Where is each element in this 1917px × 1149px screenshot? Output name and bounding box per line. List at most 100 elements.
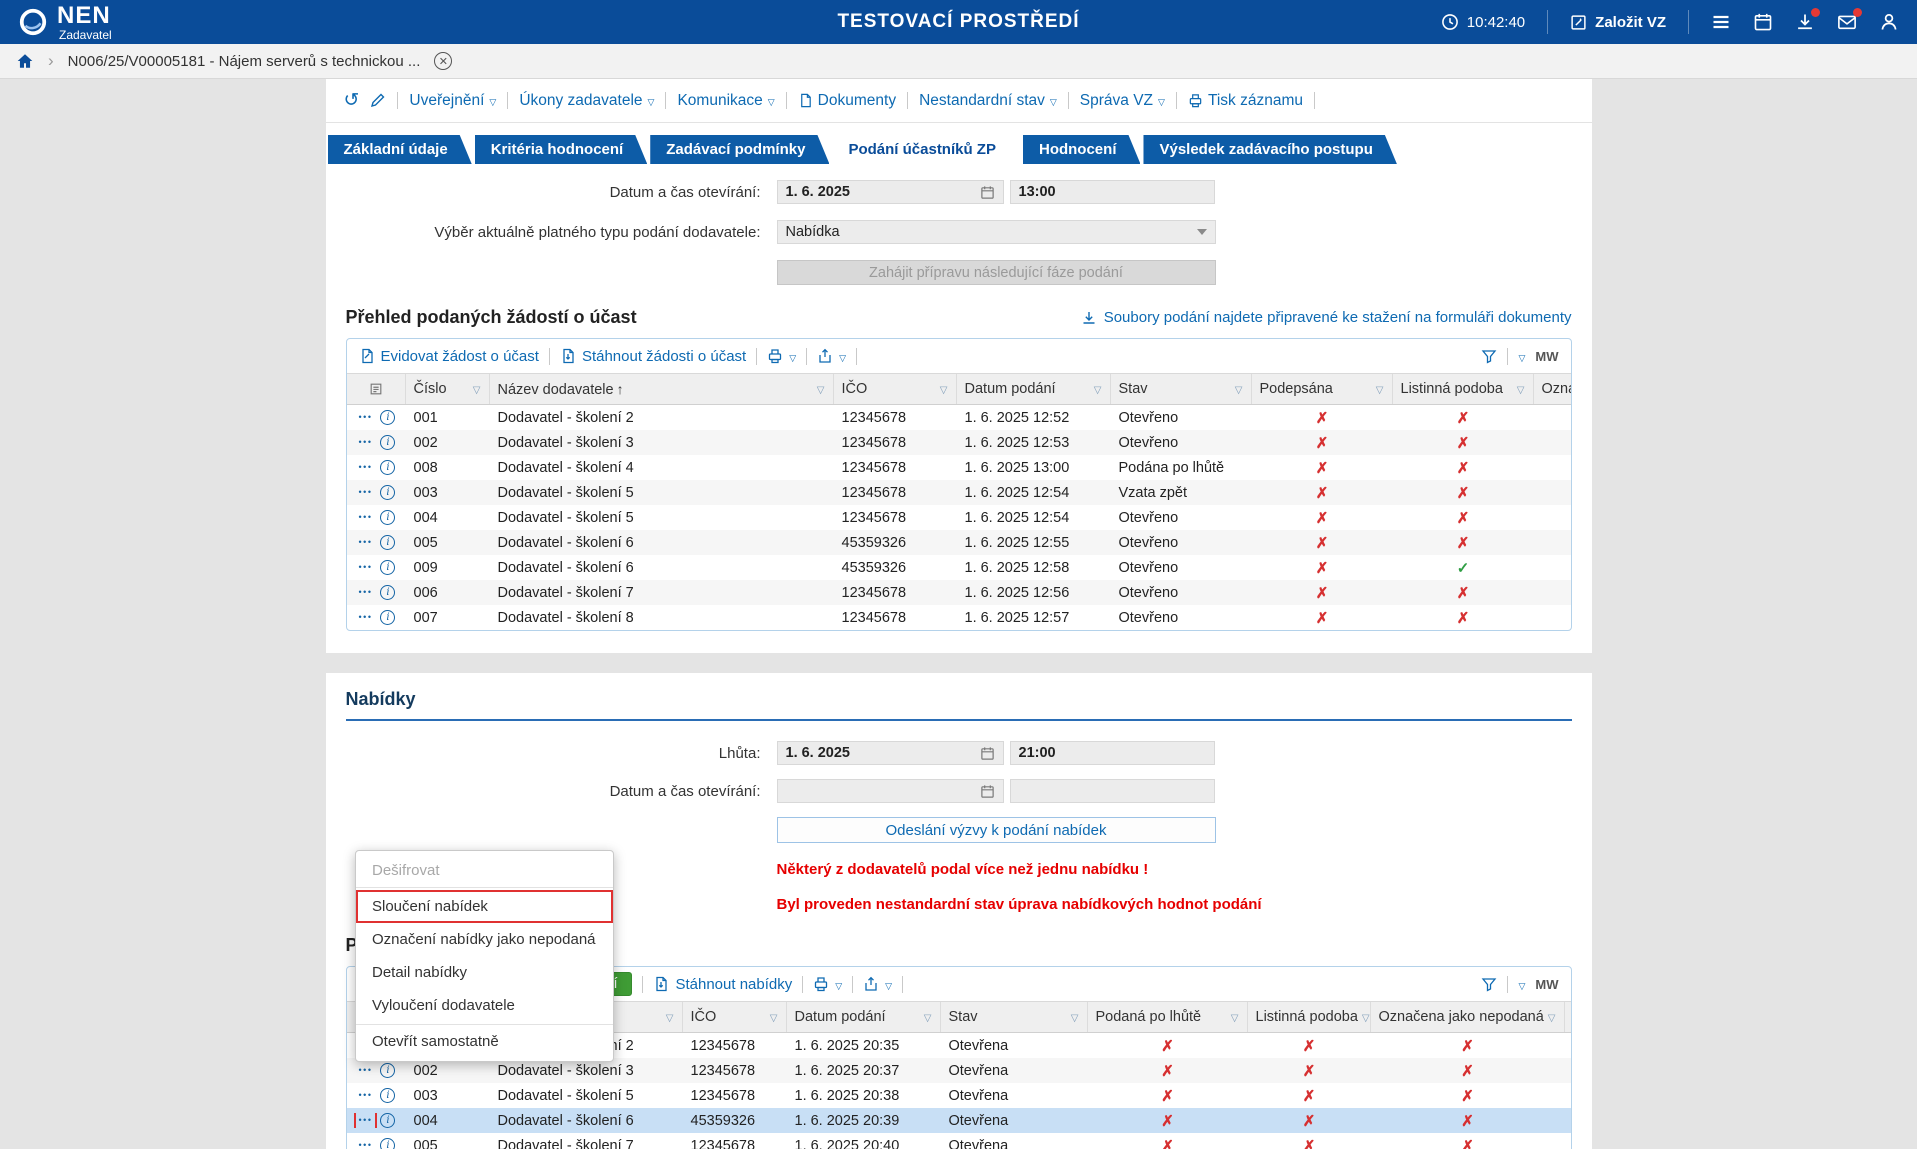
context-menu-item[interactable]: Sloučení nabídek bbox=[356, 890, 613, 923]
header-nazev-dodavatele[interactable]: Název dodavatele bbox=[490, 374, 834, 404]
context-menu-item[interactable]: Vyloučení dodavatele bbox=[356, 989, 613, 1022]
header-podepsana[interactable]: Podepsána bbox=[1252, 374, 1393, 404]
row-menu-icon[interactable] bbox=[357, 511, 375, 524]
header-stav[interactable]: Stav bbox=[941, 1002, 1088, 1032]
home-icon[interactable] bbox=[16, 52, 34, 70]
mw-label[interactable]: MW bbox=[1535, 349, 1558, 364]
filter-caret-icon[interactable] bbox=[1372, 381, 1384, 397]
submission-type-select[interactable]: Nabídka bbox=[776, 220, 1216, 244]
row-menu-icon[interactable] bbox=[357, 1139, 375, 1149]
edit-pencil-icon[interactable] bbox=[370, 92, 386, 110]
register-request-link[interactable]: Evidovat žádost o účast bbox=[359, 348, 539, 365]
table-row[interactable]: 001 Dodavatel - školení 2 12345678 1. 6.… bbox=[347, 405, 1571, 430]
header-ico[interactable]: IČO bbox=[683, 1002, 787, 1032]
chevron-down-icon[interactable] bbox=[1518, 348, 1525, 365]
tab[interactable]: Hodnocení bbox=[1023, 135, 1141, 164]
row-menu-icon[interactable] bbox=[357, 436, 375, 449]
info-icon[interactable] bbox=[380, 1113, 396, 1128]
header-datum-podani[interactable]: Datum podání bbox=[957, 374, 1111, 404]
info-icon[interactable] bbox=[380, 435, 396, 450]
table-row[interactable]: 004 Dodavatel - školení 5 12345678 1. 6.… bbox=[347, 505, 1571, 530]
offers-opening-date-field[interactable] bbox=[776, 779, 1004, 803]
deadline-date-field[interactable]: 1. 6. 2025 bbox=[776, 741, 1004, 765]
filter-funnel-icon[interactable] bbox=[1481, 976, 1497, 992]
row-menu-icon[interactable] bbox=[357, 461, 375, 474]
context-menu-item[interactable]: Označení nabídky jako nepodaná bbox=[356, 923, 613, 956]
tab[interactable]: Základní údaje bbox=[328, 135, 472, 164]
row-menu-icon[interactable] bbox=[357, 536, 375, 549]
filter-caret-icon[interactable] bbox=[920, 1009, 932, 1025]
export-table-button[interactable] bbox=[817, 348, 846, 365]
context-menu-item[interactable]: Otevřít samostatně bbox=[356, 1024, 613, 1058]
table-row[interactable]: 004 Dodavatel - školení 6 45359326 1. 6.… bbox=[346, 1108, 1571, 1133]
filter-caret-icon[interactable] bbox=[936, 381, 948, 397]
action-komunikace[interactable]: Komunikace bbox=[677, 92, 774, 110]
opening-time-field[interactable]: 13:00 bbox=[1009, 180, 1215, 204]
download-requests-link[interactable]: Stáhnout žádosti o účast bbox=[560, 348, 746, 365]
filter-caret-icon[interactable] bbox=[1358, 1009, 1370, 1025]
calendar-button[interactable] bbox=[1753, 12, 1773, 32]
filter-caret-icon[interactable] bbox=[1231, 381, 1243, 397]
table-row[interactable]: 005 Dodavatel - školení 6 45359326 1. 6.… bbox=[346, 530, 1571, 555]
header-listinna-podoba[interactable]: Listinná podoba bbox=[1393, 374, 1534, 404]
filter-caret-icon[interactable] bbox=[662, 1009, 674, 1025]
action-sprava-vz[interactable]: Správa VZ bbox=[1080, 92, 1165, 110]
info-icon[interactable] bbox=[380, 410, 396, 425]
context-menu-item[interactable]: Detail nabídky bbox=[356, 956, 613, 989]
table-row[interactable]: 007 Dodavatel - školení 8 12345678 1. 6.… bbox=[347, 605, 1571, 630]
print-table-button[interactable] bbox=[813, 976, 842, 993]
filter-caret-icon[interactable] bbox=[1090, 381, 1102, 397]
export-table-button[interactable] bbox=[863, 976, 892, 993]
table-row[interactable]: 005 Dodavatel - školení 7 12345678 1. 6.… bbox=[347, 1133, 1571, 1149]
action-ukony-zadavatele[interactable]: Úkony zadavatele bbox=[519, 92, 654, 110]
header-datum-podani[interactable]: Datum podání bbox=[787, 1002, 941, 1032]
row-menu-icon[interactable] bbox=[357, 1064, 375, 1077]
info-icon[interactable] bbox=[380, 610, 396, 625]
action-nestandardni-stav[interactable]: Nestandardní stav bbox=[919, 92, 1057, 110]
tab[interactable]: Podání účastníků ZP bbox=[832, 135, 1020, 164]
header-podana-po-lhute[interactable]: Podaná po lhůtě bbox=[1088, 1002, 1248, 1032]
row-menu-icon[interactable] bbox=[357, 486, 375, 499]
calendar-icon[interactable] bbox=[980, 784, 995, 799]
row-menu-icon[interactable] bbox=[357, 1089, 375, 1102]
create-vz-button[interactable]: Založit VZ bbox=[1570, 14, 1666, 31]
filter-caret-icon[interactable] bbox=[1544, 1009, 1556, 1025]
breadcrumb-item[interactable]: N006/25/V00005181 - Nájem serverů s tech… bbox=[68, 53, 421, 70]
header-ico[interactable]: IČO bbox=[834, 374, 957, 404]
row-menu-icon[interactable] bbox=[357, 586, 375, 599]
filter-caret-icon[interactable] bbox=[766, 1009, 778, 1025]
info-icon[interactable] bbox=[380, 485, 396, 500]
filter-funnel-icon[interactable] bbox=[1481, 348, 1497, 364]
downloads-button[interactable] bbox=[1795, 8, 1820, 32]
calendar-icon[interactable] bbox=[980, 746, 995, 761]
deadline-time-field[interactable]: 21:00 bbox=[1009, 741, 1215, 765]
info-icon[interactable] bbox=[380, 1138, 396, 1149]
table-row[interactable]: 009 Dodavatel - školení 6 45359326 1. 6.… bbox=[347, 555, 1571, 580]
profile-button[interactable] bbox=[1879, 12, 1899, 32]
close-icon[interactable] bbox=[434, 52, 453, 70]
tab[interactable]: Výsledek zadávacího postupu bbox=[1143, 135, 1396, 164]
table-row[interactable]: 008 Dodavatel - školení 4 12345678 1. 6.… bbox=[347, 455, 1571, 480]
filter-caret-icon[interactable] bbox=[1067, 1009, 1079, 1025]
header-stav[interactable]: Stav bbox=[1111, 374, 1252, 404]
row-menu-icon[interactable] bbox=[357, 411, 375, 424]
print-table-button[interactable] bbox=[767, 348, 796, 365]
header-oznacena-jako-nepodana[interactable]: Označena jako nepodaná bbox=[1534, 374, 1571, 404]
info-icon[interactable] bbox=[380, 1088, 396, 1103]
filter-caret-icon[interactable] bbox=[813, 381, 825, 397]
calendar-icon[interactable] bbox=[980, 185, 995, 200]
filter-caret-icon[interactable] bbox=[1227, 1009, 1239, 1025]
table-row[interactable]: 006 Dodavatel - školení 7 12345678 1. 6.… bbox=[346, 580, 1571, 605]
download-offers-link[interactable]: Stáhnout nabídky bbox=[653, 976, 792, 993]
mw-label[interactable]: MW bbox=[1535, 977, 1558, 992]
filter-caret-icon[interactable] bbox=[469, 381, 481, 397]
opening-date-field[interactable]: 1. 6. 2025 bbox=[776, 180, 1004, 204]
context-menu-item[interactable]: Dešifrovat bbox=[356, 854, 613, 888]
start-next-phase-button[interactable]: Zahájit přípravu následující fáze podání bbox=[776, 260, 1216, 285]
table-row[interactable]: 003 Dodavatel - školení 5 12345678 1. 6.… bbox=[347, 1083, 1571, 1108]
filter-caret-icon[interactable] bbox=[1513, 381, 1525, 397]
submission-files-link[interactable]: Soubory podání najdete připravené ke sta… bbox=[1081, 309, 1572, 326]
action-tisk-zaznamu[interactable]: Tisk záznamu bbox=[1188, 92, 1303, 110]
action-dokumenty[interactable]: Dokumenty bbox=[798, 92, 896, 110]
info-icon[interactable] bbox=[380, 560, 396, 575]
